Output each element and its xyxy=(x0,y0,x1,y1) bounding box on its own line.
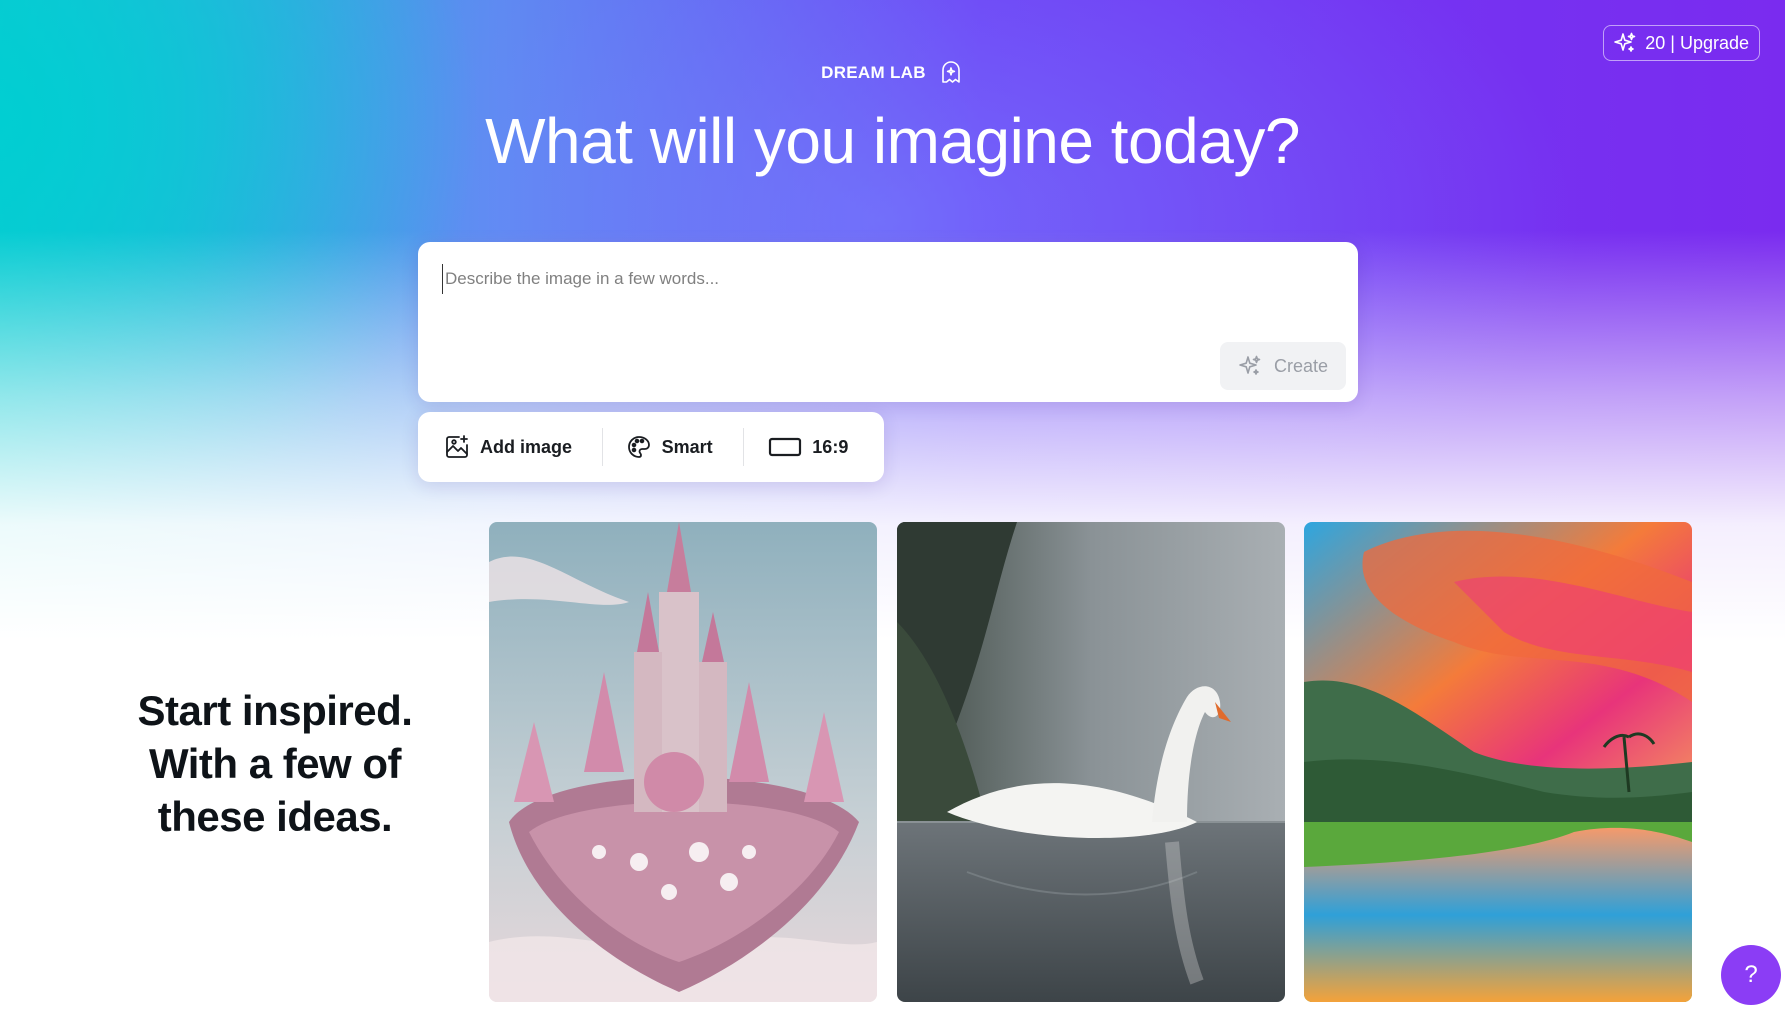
gallery-card-swan[interactable] xyxy=(897,522,1285,1002)
style-button[interactable]: Smart xyxy=(603,412,744,482)
gallery-card-sunset[interactable] xyxy=(1304,522,1692,1002)
palette-icon xyxy=(627,436,650,458)
upgrade-button[interactable]: 20 | Upgrade xyxy=(1603,25,1760,61)
sunset-river-image xyxy=(1304,522,1692,1002)
inspiration-line: Start inspired. xyxy=(137,687,413,734)
inspiration-line: these ideas. xyxy=(157,793,393,840)
inspiration-heading: Start inspired. With a few of these idea… xyxy=(95,684,455,843)
options-bar: Add image Smart 16:9 xyxy=(418,412,884,482)
create-button[interactable]: Create xyxy=(1220,342,1346,390)
brand-label: DREAM LAB xyxy=(821,63,926,82)
swan-image xyxy=(897,522,1285,1002)
inspiration-line: With a few of xyxy=(148,740,402,787)
add-image-button[interactable]: Add image xyxy=(418,412,602,482)
gallery-card-castle[interactable] xyxy=(489,522,877,1002)
pink-castle-image xyxy=(489,522,877,1002)
page-title: What will you imagine today? xyxy=(485,105,1300,177)
dream-lab-page: 20 | Upgrade DREAM LAB What will you ima… xyxy=(0,0,1785,1012)
help-label: ? xyxy=(1744,961,1758,988)
add-image-label: Add image xyxy=(480,436,573,457)
brand: DREAM LAB xyxy=(0,60,1785,86)
sparkle-icon xyxy=(1614,32,1636,52)
aspect-ratio-button[interactable]: 16:9 xyxy=(744,412,884,482)
aspect-ratio-label: 16:9 xyxy=(812,436,849,457)
aspect-ratio-icon xyxy=(769,437,802,457)
create-label: Create xyxy=(1273,355,1329,376)
dream-lab-icon xyxy=(942,61,960,83)
style-label: Smart xyxy=(661,436,713,457)
prompt-input[interactable] xyxy=(442,264,1322,294)
sparkle-icon xyxy=(1239,355,1261,375)
help-button[interactable]: ? xyxy=(1721,945,1781,1005)
add-image-icon xyxy=(446,435,468,458)
upgrade-label: 20 | Upgrade xyxy=(1645,32,1749,53)
prompt-box: Create xyxy=(418,242,1358,402)
